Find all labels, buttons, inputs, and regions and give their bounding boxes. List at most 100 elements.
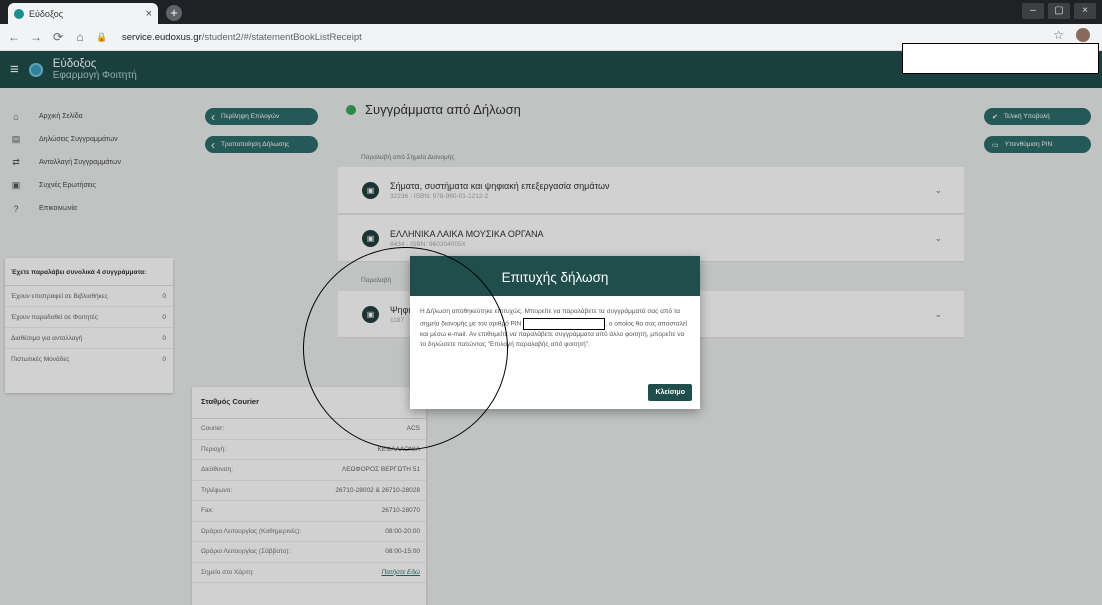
- maximize-button[interactable]: ▢: [1048, 3, 1070, 19]
- browser-tab[interactable]: Εύδοξος ×: [8, 3, 158, 24]
- dialog-body: Η Δήλωση αποθηκεύτηκε επιτυχώς. Μπορείτε…: [410, 296, 700, 351]
- sidebar-item-label: Συχνές Ερωτήσεις: [39, 182, 96, 189]
- book-title: Ψηφι: [390, 304, 411, 315]
- stats-value: 0: [162, 334, 166, 342]
- courier-value: 08:00-20:00: [385, 527, 420, 535]
- close-dialog-button[interactable]: Κλείσιμο: [648, 384, 692, 401]
- back-icon[interactable]: ←: [6, 30, 22, 44]
- courier-row: Fax: 26710-28070: [192, 501, 426, 522]
- stats-row: Έχουν επιστραφεί σε Βιβλιοθήκες 0: [5, 286, 173, 307]
- courier-row: Περιοχή: ΚΕΦΑΛΛΟΝΙΑ: [192, 440, 426, 460]
- sidebar-item-faq[interactable]: ▣ Συχνές Ερωτήσεις: [0, 174, 178, 197]
- redaction-box: [902, 43, 1099, 74]
- modify-statement-label: Τροποποίηση Δήλωσης: [221, 141, 290, 148]
- stats-label: Έχουν επιστραφεί σε Βιβλιοθήκες: [11, 292, 108, 300]
- courier-label: Διεύθυνση:: [201, 466, 234, 474]
- lock-icon[interactable]: 🔒: [94, 32, 110, 43]
- courier-row: Courier: ACS: [192, 419, 426, 440]
- pin-reminder-label: Υπενθύμιση PIN: [1004, 141, 1053, 148]
- eudoxus-favicon-icon: [14, 8, 24, 19]
- courier-row: Σημείο στο Χάρτη: Πατήστε Εδώ: [192, 563, 426, 583]
- book-meta: 8434 - ISBN: 960204005X: [390, 240, 466, 248]
- modify-statement-button[interactable]: ‹ Τροποποίηση Δήλωσης: [205, 136, 318, 153]
- courier-value: 08:00-15:00: [385, 548, 420, 556]
- courier-label: Σημείο στο Χάρτη:: [201, 568, 254, 576]
- pin-icon: ▭: [992, 141, 999, 149]
- stats-row: Έχουν παραδοθεί σε Φοιτητές 0: [5, 307, 173, 328]
- stats-row: Διαθέσιμα για ανταλλαγή 0: [5, 328, 173, 349]
- app-title: Εύδοξος: [52, 57, 97, 70]
- stats-label: Διαθέσιμα για ανταλλαγή: [11, 334, 83, 342]
- stats-label: Πιστωτικές Μονάδες: [11, 356, 70, 363]
- courier-value: 26710-28002 & 26710-28028: [335, 486, 420, 494]
- book-icon: ▣: [362, 305, 379, 323]
- new-tab-button[interactable]: +: [166, 5, 182, 21]
- close-window-button[interactable]: ×: [1074, 3, 1096, 19]
- faq-icon: ▣: [11, 180, 21, 190]
- stats-value: 0: [162, 292, 166, 300]
- chevron-down-icon[interactable]: ⌄: [934, 309, 942, 320]
- chevron-left-icon: ‹: [211, 137, 215, 152]
- view-selections-button[interactable]: ‹ Περίληψη Επιλογών: [205, 108, 318, 125]
- sidebar-item-statements[interactable]: ▤ Δηλώσεις Συγγραμμάτων: [0, 128, 178, 151]
- final-submit-button[interactable]: ✔ Τελική Υποβολή: [984, 108, 1091, 125]
- sidebar-item-label: Ανταλλαγή Συγγραμμάτων: [39, 159, 121, 166]
- courier-value: ACS: [406, 425, 420, 433]
- sidebar-item-home[interactable]: ⌂ Αρχική Σελίδα: [0, 105, 178, 128]
- home-icon: ⌂: [13, 111, 19, 122]
- courier-row: Διεύθυνση: ΛΕΩΦΟΡΟΣ ΒΕΡΓΩΤΗ 51: [192, 460, 426, 481]
- view-selections-label: Περίληψη Επιλογών: [221, 113, 280, 120]
- home-browser-icon[interactable]: ⌂: [72, 30, 88, 44]
- success-status-icon: [346, 104, 356, 115]
- courier-label: Περιοχή:: [201, 445, 227, 453]
- map-link[interactable]: Πατήστε Εδώ: [382, 569, 420, 576]
- tab-title: Εύδοξος: [29, 8, 64, 19]
- book-item[interactable]: ▣ Σήματα, συστήματα και ψηφιακή επεξεργα…: [338, 167, 964, 214]
- browser-tabstrip: Εύδοξος × + – ▢ ×: [0, 0, 1102, 24]
- help-icon: ?: [13, 203, 19, 214]
- chevron-down-icon[interactable]: ⌄: [934, 233, 942, 244]
- menu-icon[interactable]: ≡: [10, 61, 19, 78]
- eudoxus-logo: [28, 62, 43, 77]
- forward-icon[interactable]: →: [28, 30, 44, 44]
- courier-station-card: Σταθμός Courier Courier: ACS Περιοχή: ΚΕΦΑ…: [192, 387, 426, 605]
- minimize-button[interactable]: –: [1022, 3, 1044, 19]
- pin-reminder-button[interactable]: ▭ Υπενθύμιση PIN: [984, 136, 1091, 153]
- sidebar-item-contact[interactable]: ? Επικοινωνία: [0, 197, 178, 220]
- book-meta: 1187: [390, 316, 404, 324]
- book-icon: ▣: [362, 229, 379, 247]
- url-host: service.eudoxus.gr: [122, 31, 202, 43]
- courier-label: Courier:: [201, 425, 225, 433]
- reload-icon[interactable]: ⟳: [50, 30, 66, 44]
- page-title-text: Συγγράμματα από Δήλωση: [365, 102, 521, 117]
- page-title: Συγγράμματα από Δήλωση: [346, 102, 521, 117]
- courier-row: Ωράριο Λειτουργίας (Καθημερινές): 08:00-2…: [192, 522, 426, 542]
- book-meta: 32236 - ISBN: 978-960-01-1212-2: [390, 192, 489, 200]
- app-subtitle: Εφαρμογή Φοιτητή: [52, 69, 137, 81]
- received-books-stats: Έχετε παραλάβει συνολικά 4 συγγράμματα: …: [5, 258, 173, 393]
- sidebar-item-label: Δηλώσεις Συγγραμμάτων: [39, 136, 118, 143]
- stats-value: 0: [162, 313, 166, 321]
- redacted-pin-box: [523, 317, 606, 330]
- courier-value: 26710-28070: [381, 507, 420, 515]
- stats-row: Πιστωτικές Μονάδες 0: [5, 349, 173, 370]
- courier-row: Τηλέφωνο: 26710-28002 & 26710-28028: [192, 481, 426, 501]
- url-field[interactable]: service.eudoxus.gr/student2/#/statementB…: [122, 32, 362, 43]
- book-icon: ▣: [362, 181, 379, 199]
- book-item[interactable]: ▣ ΕΛΛΗΝΙΚΑ ΛΑΙΚΑ ΜΟΥΣΙΚΑ ΟΡΓΑΝΑ 8434 - I…: [338, 215, 964, 262]
- book-title: Σήματα, συστήματα και ψηφιακή επεξεργασί…: [390, 180, 610, 191]
- book-title: ΕΛΛΗΝΙΚΑ ΛΑΙΚΑ ΜΟΥΣΙΚΑ ΟΡΓΑΝΑ: [390, 228, 544, 239]
- student-section-label: Παραλαβή: [361, 277, 392, 284]
- sidebar-item-label: Αρχική Σελίδα: [39, 113, 83, 120]
- courier-label: Ωράριο Λειτουργίας (Καθημερινές):: [201, 527, 302, 535]
- profile-avatar[interactable]: [1076, 28, 1090, 42]
- pickup-section-label: Παραλαβή από Σημεία Διανομής: [361, 154, 455, 161]
- tab-close-icon[interactable]: ×: [146, 8, 152, 20]
- url-path: /student2/#/statementBookListReceipt: [201, 31, 362, 43]
- sidebar-item-exchange[interactable]: ⇄ Ανταλλαγή Συγγραμμάτων: [0, 151, 178, 174]
- stats-label: Έχουν παραδοθεί σε Φοιτητές: [11, 313, 98, 321]
- bookmark-star-icon[interactable]: ☆: [1053, 28, 1064, 42]
- stats-heading: Έχετε παραλάβει συνολικά 4 συγγράμματα:: [5, 258, 173, 286]
- dialog-title: Επιτυχής δήλωση: [410, 256, 700, 296]
- chevron-down-icon[interactable]: ⌄: [934, 185, 942, 196]
